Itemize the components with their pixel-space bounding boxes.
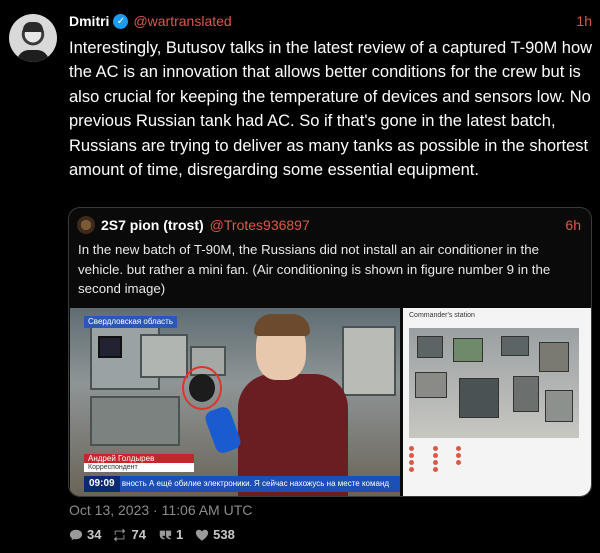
author-avatar[interactable] (9, 14, 57, 62)
tweet-time[interactable]: 1h (576, 13, 592, 29)
reporter-name: Андрей Голдырев (88, 454, 155, 463)
legend-row (409, 446, 585, 453)
reply-count: 34 (87, 527, 102, 542)
media-image-reporter[interactable]: Свердловская область Андрей Голдырев Кор… (70, 308, 400, 496)
like-button[interactable]: 538 (195, 527, 235, 542)
panel (342, 326, 396, 396)
retweet-icon (114, 527, 126, 542)
avatar-shirt (17, 50, 49, 62)
device-box (417, 336, 443, 358)
avatar-hair (23, 22, 43, 32)
device-box (459, 378, 499, 418)
quoted-avatar[interactable] (77, 216, 95, 234)
like-count: 538 (213, 527, 235, 542)
device-box (545, 390, 573, 422)
quoted-header: 2S7 pion (trost) @Trotes936897 6h (77, 215, 581, 235)
reporter-role: Корреспондент (84, 463, 194, 472)
ticker-text: вность А ещё обилие электроники. Я сейча… (121, 479, 390, 488)
news-ticker: 09:09 вность А ещё обилие электроники. Я… (84, 476, 400, 492)
quote-button[interactable]: 1 (158, 527, 183, 542)
tweet-header: Dmitri ✓ @wartranslated 1h (69, 11, 592, 31)
ticker-clock: 09:09 (84, 476, 120, 492)
quoted-author-handle[interactable]: @Trotes936897 (210, 217, 310, 233)
monitor-screen (98, 336, 122, 358)
region-label: Свердловская область (84, 316, 177, 328)
device-box (501, 336, 529, 356)
diagram-legend (409, 446, 585, 474)
verified-badge-icon: ✓ (113, 13, 129, 29)
legend-row (409, 467, 585, 474)
device-box (415, 372, 447, 398)
author-handle[interactable]: @wartranslated (133, 13, 231, 29)
device-box (513, 376, 539, 412)
legend-row (409, 460, 585, 467)
retweet-count: 74 (131, 527, 146, 542)
quoted-author-name[interactable]: 2S7 pion (trost) (101, 217, 204, 233)
quoted-tweet[interactable]: 2S7 pion (trost) @Trotes936897 6h In the… (68, 207, 592, 497)
quote-count: 1 (175, 527, 184, 542)
retweet-button[interactable]: 74 (113, 527, 146, 542)
media-image-diagram[interactable]: Commander's station (403, 308, 591, 496)
author-name[interactable]: Dmitri (69, 13, 109, 29)
quoted-time[interactable]: 6h (565, 217, 581, 233)
panel (140, 334, 188, 378)
quote-icon (159, 530, 172, 539)
diagram-caption: Commander's station (409, 312, 475, 319)
reporter-hair (254, 314, 310, 336)
reply-icon (69, 529, 83, 540)
device-box (453, 338, 483, 362)
tweet-timestamp[interactable]: Oct 13, 2023 · 11:06 AM UTC (69, 502, 252, 518)
heart-icon (196, 529, 209, 541)
quoted-text: In the new batch of T-90M, the Russians … (78, 242, 551, 296)
microphone (203, 404, 243, 456)
diagram-photo (409, 328, 579, 438)
reporter-figure (238, 314, 348, 496)
reporter-lower-third: Андрей Голдырев Корреспондент (84, 454, 194, 472)
panel (90, 396, 180, 446)
tweet-text: Interestingly, Butusov talks in the late… (69, 39, 593, 180)
tweet-stats: 34 74 1 538 (69, 527, 247, 542)
highlight-circle (182, 366, 222, 410)
legend-row (409, 453, 585, 460)
device-box (539, 342, 569, 372)
reply-button[interactable]: 34 (69, 527, 101, 542)
